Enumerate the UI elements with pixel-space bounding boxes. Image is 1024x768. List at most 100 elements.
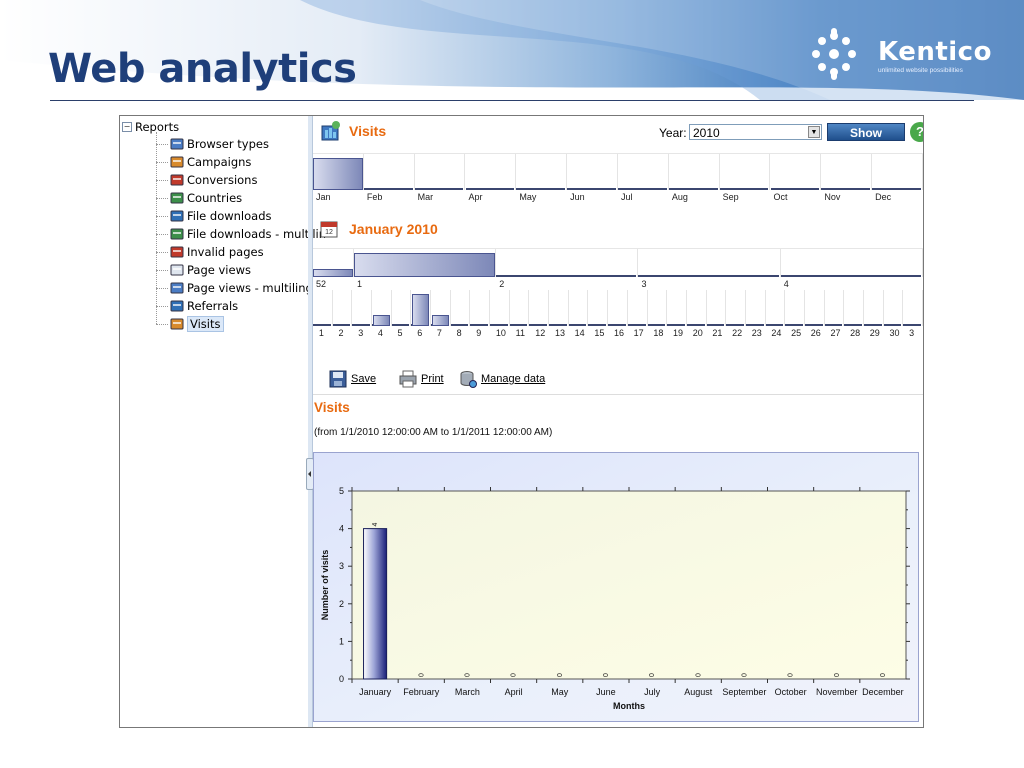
day-cell[interactable] xyxy=(451,290,471,326)
tree-item-page-views[interactable]: Page views xyxy=(156,262,251,278)
reports-tree: − Reports Browser types Campaigns Conversi… xyxy=(120,116,327,727)
month-bar[interactable] xyxy=(313,158,363,190)
week-cell[interactable] xyxy=(781,249,923,277)
collapse-icon[interactable]: − xyxy=(122,122,132,132)
data-label: 0 xyxy=(511,673,518,677)
tree-connector xyxy=(156,269,168,271)
month-baseline xyxy=(872,188,921,190)
day-cell[interactable] xyxy=(746,290,766,326)
day-cell[interactable] xyxy=(864,290,884,326)
day-label: 15 xyxy=(594,328,605,338)
week-cell[interactable] xyxy=(496,249,639,277)
x-axis-label: Months xyxy=(613,701,645,711)
tree-item-visits[interactable]: Visits xyxy=(156,316,224,332)
day-cell[interactable] xyxy=(667,290,687,326)
tree-item-conversions[interactable]: Conversions xyxy=(156,172,257,188)
analytics-screenshot: − Reports Browser types Campaigns Conversi… xyxy=(119,115,924,728)
day-label: 2 xyxy=(338,328,344,338)
day-cell[interactable] xyxy=(490,290,510,326)
day-cell[interactable] xyxy=(785,290,805,326)
save-button[interactable]: Save xyxy=(329,370,376,388)
day-baseline xyxy=(529,324,548,326)
print-button[interactable]: Print xyxy=(399,370,444,388)
campaigns-icon xyxy=(170,156,184,168)
day-cell[interactable] xyxy=(687,290,707,326)
tree-item-countries[interactable]: Countries xyxy=(156,190,242,206)
day-bar[interactable] xyxy=(412,294,430,326)
show-button[interactable]: Show xyxy=(827,123,905,141)
day-cell[interactable] xyxy=(707,290,727,326)
day-bar[interactable] xyxy=(432,315,449,326)
day-cell[interactable] xyxy=(884,290,904,326)
day-baseline xyxy=(745,324,764,326)
tree-item-file-downloads-multilin[interactable]: File downloads - multilin xyxy=(156,226,326,242)
day-cell[interactable] xyxy=(825,290,845,326)
manage-data-button[interactable]: Manage data xyxy=(459,370,545,388)
year-label: Year: xyxy=(659,126,687,140)
month-cell[interactable] xyxy=(466,154,517,190)
help-icon[interactable]: ? xyxy=(910,122,923,142)
day-cell[interactable] xyxy=(392,290,412,326)
month-cell[interactable] xyxy=(669,154,720,190)
day-cell[interactable] xyxy=(313,290,333,326)
tree-item-campaigns[interactable]: Campaigns xyxy=(156,154,251,170)
x-tick-label: January xyxy=(359,687,392,697)
day-cell[interactable] xyxy=(470,290,491,326)
day-cell[interactable] xyxy=(333,290,353,326)
tree-item-label: Page views xyxy=(187,263,251,277)
day-baseline xyxy=(568,324,587,326)
report-pane: Visits Year: 2010 ▼ Show ? JanFebMarAprM… xyxy=(313,116,923,727)
month-cell[interactable] xyxy=(364,154,415,190)
day-label: 11 xyxy=(515,328,525,338)
day-bar[interactable] xyxy=(373,315,390,326)
week-label: 2 xyxy=(499,279,505,289)
month-cell[interactable] xyxy=(516,154,568,190)
day-cell[interactable] xyxy=(844,290,864,326)
data-label: 0 xyxy=(788,673,795,677)
day-cell[interactable] xyxy=(805,290,825,326)
year-select[interactable]: 2010 ▼ xyxy=(689,124,822,140)
week-label: 1 xyxy=(356,279,362,289)
day-baseline xyxy=(785,324,803,326)
month-cell[interactable] xyxy=(872,154,923,190)
week-cell[interactable] xyxy=(638,249,781,277)
day-cell[interactable] xyxy=(726,290,746,326)
day-baseline xyxy=(726,324,744,326)
x-tick-label: March xyxy=(455,687,480,697)
tree-item-referrals[interactable]: Referrals xyxy=(156,298,238,314)
month-cell[interactable] xyxy=(567,154,618,190)
day-baseline xyxy=(313,324,331,326)
tree-root[interactable]: − Reports xyxy=(122,119,179,135)
day-cell[interactable] xyxy=(510,290,530,326)
week-bar[interactable] xyxy=(353,253,496,277)
day-cell[interactable] xyxy=(529,290,550,326)
day-cell[interactable] xyxy=(628,290,648,326)
tree-item-file-downloads[interactable]: File downloads xyxy=(156,208,272,224)
month-baseline xyxy=(567,188,616,190)
day-cell[interactable] xyxy=(549,290,569,326)
day-label: 3 xyxy=(358,328,364,338)
chart-bar-january[interactable] xyxy=(363,528,388,680)
day-cell[interactable] xyxy=(588,290,609,326)
month-cell[interactable] xyxy=(821,154,873,190)
month-cell[interactable] xyxy=(720,154,771,190)
tree-item-invalid-pages[interactable]: Invalid pages xyxy=(156,244,264,260)
month-cell[interactable] xyxy=(618,154,669,190)
day-cell[interactable] xyxy=(648,290,668,326)
chevron-down-icon[interactable]: ▼ xyxy=(808,126,820,138)
day-cell[interactable] xyxy=(766,290,786,326)
report-title: Visits xyxy=(314,400,350,415)
day-baseline xyxy=(588,324,607,326)
report-toolbar: Save Print Manage data xyxy=(313,360,923,395)
month-cell[interactable] xyxy=(771,154,822,190)
week-bar[interactable] xyxy=(313,269,353,277)
day-cell[interactable] xyxy=(903,290,923,326)
database-icon xyxy=(460,371,477,388)
tree-item-browser-types[interactable]: Browser types xyxy=(156,136,269,152)
day-cell[interactable] xyxy=(569,290,589,326)
month-cell[interactable] xyxy=(415,154,466,190)
data-label: 4 xyxy=(372,523,379,527)
day-cell[interactable] xyxy=(352,290,373,326)
tree-item-page-views-multilingua[interactable]: Page views - multilingua xyxy=(156,280,327,296)
day-cell[interactable] xyxy=(608,290,628,326)
